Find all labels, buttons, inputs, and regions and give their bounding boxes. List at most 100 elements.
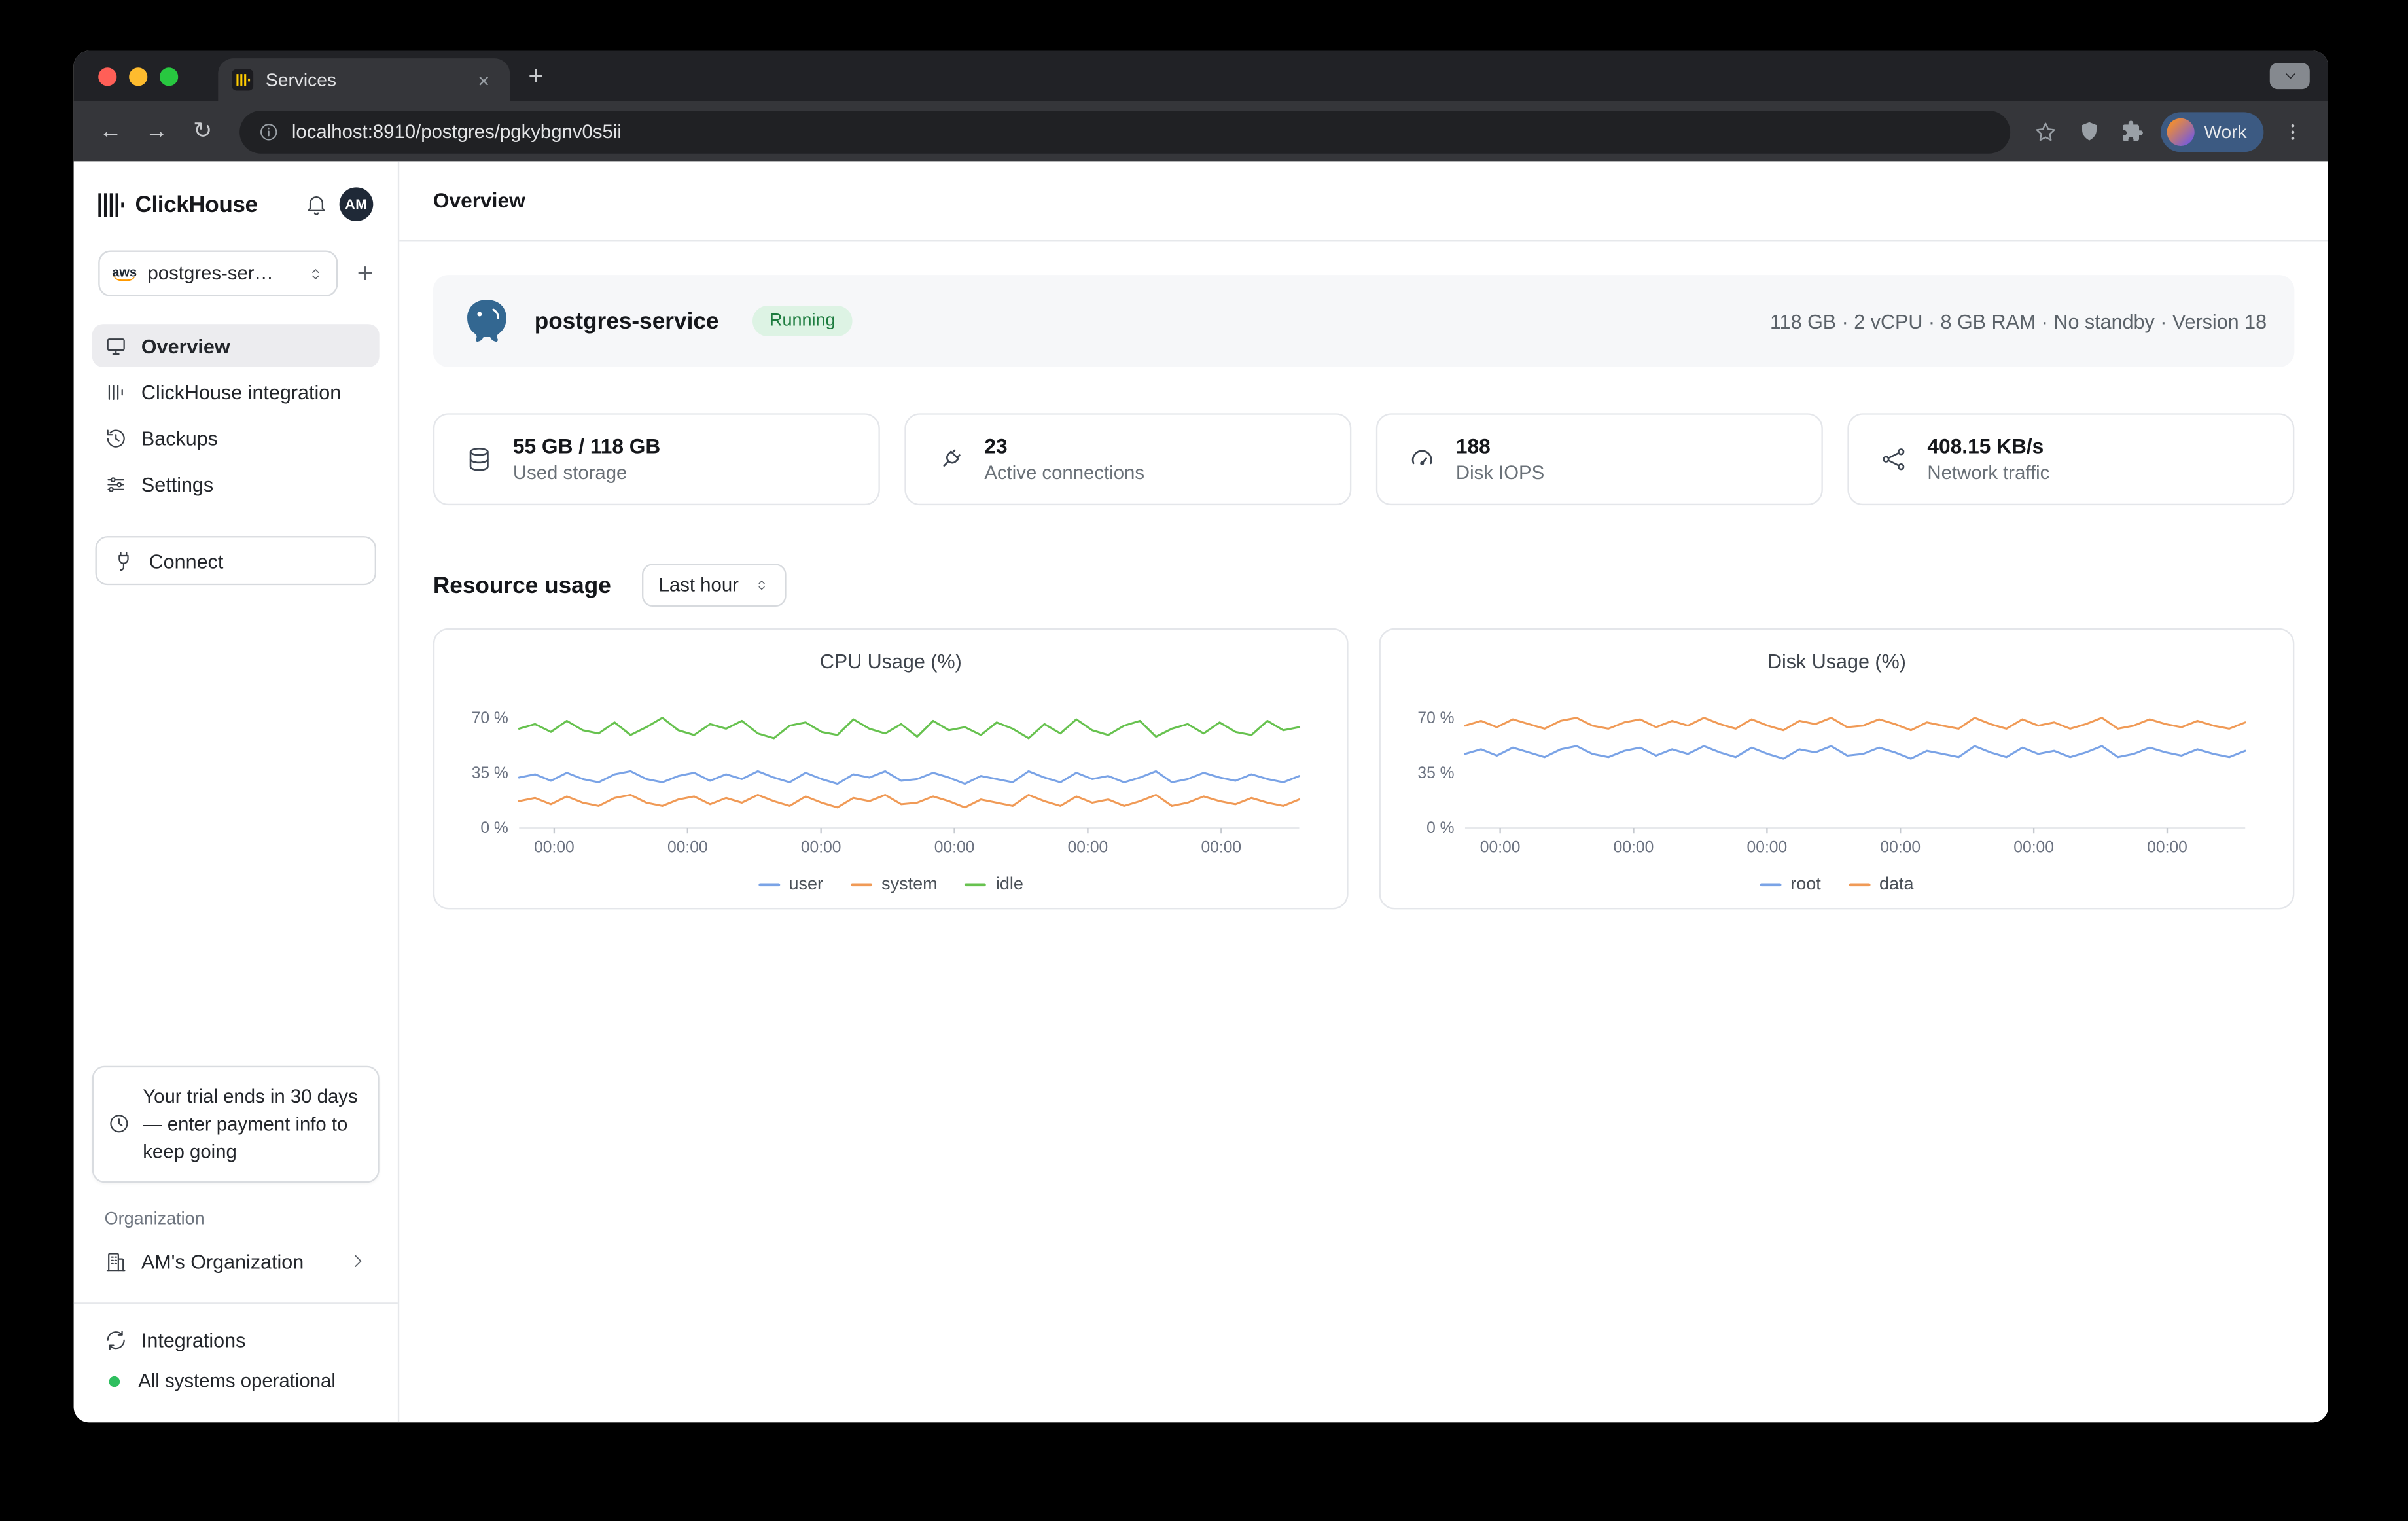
legend-item-root: root [1760, 876, 1820, 894]
sidebar-item-label: Settings [141, 473, 213, 495]
site-info-icon[interactable] [258, 120, 279, 142]
time-range-value: Last hour [659, 575, 739, 596]
svg-text:00:00: 00:00 [1201, 839, 1241, 857]
brand-row: ClickHouse AM [92, 183, 380, 226]
sidebar: ClickHouse AM aws postgres-ser… + [74, 161, 400, 1422]
service-name: postgres-service [535, 308, 719, 334]
legend-label: idle [996, 876, 1023, 894]
time-range-select[interactable]: Last hour [642, 564, 787, 607]
legend-swatch-icon [965, 883, 987, 886]
status-dot-icon [109, 1376, 120, 1386]
browser-toolbar: ← → ↻ localhost:8910/postgres/pgkybgnv0s… [74, 101, 2328, 162]
stat-value: 23 [984, 435, 1144, 457]
reload-button[interactable]: ↻ [181, 110, 224, 153]
notifications-bell-icon[interactable] [304, 192, 329, 217]
url-bar[interactable]: localhost:8910/postgres/pgkybgnv0s5ii [239, 110, 2011, 153]
legend-item-data: data [1849, 876, 1913, 894]
svg-text:00:00: 00:00 [1480, 839, 1521, 857]
trial-notice: Your trial ends in 30 days — enter payme… [92, 1065, 380, 1183]
browser-menu-icon[interactable] [2273, 111, 2312, 151]
stat-value: 188 [1456, 435, 1544, 457]
close-window-button[interactable] [98, 67, 116, 85]
plug-icon [112, 549, 135, 572]
organization-row[interactable]: AM's Organization [92, 1238, 380, 1284]
bars-icon [105, 380, 128, 403]
stat-card-disk-iops: 188 Disk IOPS [1376, 413, 1823, 505]
svg-text:00:00: 00:00 [1614, 839, 1654, 857]
integrations-label: Integrations [141, 1329, 245, 1351]
sidebar-item-label: Backups [141, 426, 218, 449]
legend-item-user: user [758, 876, 823, 894]
connect-button[interactable]: Connect [96, 536, 376, 585]
back-button[interactable]: ← [89, 110, 132, 153]
monitor-icon [105, 334, 128, 357]
stat-card-active-connections: 23 Active connections [904, 413, 1351, 505]
svg-text:00:00: 00:00 [934, 839, 975, 857]
service-summary-card: postgres-service Running 118 GB · 2 vCPU… [433, 275, 2294, 367]
sidebar-item-clickhouse-integration[interactable]: ClickHouse integration [92, 370, 380, 414]
stat-label: Used storage [513, 462, 660, 484]
svg-text:00:00: 00:00 [2147, 839, 2187, 857]
window-controls [74, 67, 200, 85]
gauge-icon [1408, 446, 1436, 473]
stat-value: 55 GB / 118 GB [513, 435, 660, 457]
integrations-link[interactable]: Integrations [92, 1319, 380, 1361]
service-selector-value: postgres-ser… [147, 262, 297, 284]
legend-label: root [1790, 876, 1821, 894]
svg-text:35 %: 35 % [1417, 764, 1454, 782]
zoom-window-button[interactable] [160, 67, 178, 85]
stat-value: 408.15 KB/s [1927, 435, 2049, 457]
organization-name: AM's Organization [141, 1249, 304, 1272]
building-icon [105, 1249, 128, 1272]
legend-item-system: system [851, 876, 937, 894]
sidebar-item-settings[interactable]: Settings [92, 462, 380, 505]
main-area: Overview postgres-service Running 118 GB… [399, 161, 2328, 1422]
legend-label: data [1879, 876, 1914, 894]
connect-label: Connect [149, 549, 224, 572]
resource-usage-title: Resource usage [433, 572, 611, 598]
brand-name: ClickHouse [135, 191, 294, 217]
user-avatar[interactable]: AM [340, 187, 374, 221]
stat-label: Active connections [984, 462, 1144, 484]
chart-title: CPU Usage (%) [820, 650, 962, 673]
profile-label: Work [2204, 120, 2246, 142]
svg-text:0 %: 0 % [1426, 819, 1455, 837]
postgres-logo [461, 295, 513, 348]
disk-usage-chart: 0 %35 %70 %00:0000:0000:0000:0000:0000:0… [1407, 677, 2267, 874]
sidebar-nav: Overview ClickHouse integration Backups [92, 324, 380, 505]
bookmark-star-icon[interactable] [2026, 111, 2066, 151]
sidebar-item-overview[interactable]: Overview [92, 324, 380, 367]
page-header: Overview [399, 161, 2328, 241]
svg-text:70 %: 70 % [1417, 709, 1454, 727]
sidebar-item-backups[interactable]: Backups [92, 416, 380, 459]
sidebar-item-label: ClickHouse integration [141, 380, 341, 403]
svg-text:35 %: 35 % [472, 764, 508, 782]
minimize-window-button[interactable] [129, 67, 147, 85]
add-service-button[interactable]: + [357, 260, 374, 287]
plug-icon [937, 446, 965, 473]
svg-text:00:00: 00:00 [1747, 839, 1788, 857]
legend-swatch-icon [851, 883, 872, 886]
forward-button[interactable]: → [135, 110, 179, 153]
profile-chip[interactable]: Work [2161, 111, 2264, 151]
chart-legend: root data [1760, 876, 1913, 894]
service-selector[interactable]: aws postgres-ser… [98, 251, 338, 296]
app-content: ClickHouse AM aws postgres-ser… + [74, 161, 2328, 1422]
network-nodes-icon [1880, 446, 1907, 473]
browser-tab[interactable]: Services × [218, 58, 510, 101]
svg-text:00:00: 00:00 [667, 839, 708, 857]
tab-close-icon[interactable]: × [472, 67, 497, 92]
chart-title: Disk Usage (%) [1767, 650, 1906, 673]
browser-window: Services × + ← → ↻ localhost:8910/postgr… [74, 50, 2328, 1422]
legend-label: user [788, 876, 823, 894]
system-status-link[interactable]: All systems operational [92, 1361, 380, 1401]
extensions-puzzle-icon[interactable] [2112, 111, 2152, 151]
svg-text:0 %: 0 % [480, 819, 508, 837]
legend-swatch-icon [1760, 883, 1781, 886]
new-tab-button[interactable]: + [528, 63, 543, 89]
updown-chevron-icon [308, 264, 325, 284]
history-clock-icon [105, 426, 128, 449]
shield-extension-icon[interactable] [2069, 111, 2109, 151]
stat-label: Network traffic [1927, 462, 2049, 484]
tab-search-button[interactable] [2270, 63, 2310, 89]
